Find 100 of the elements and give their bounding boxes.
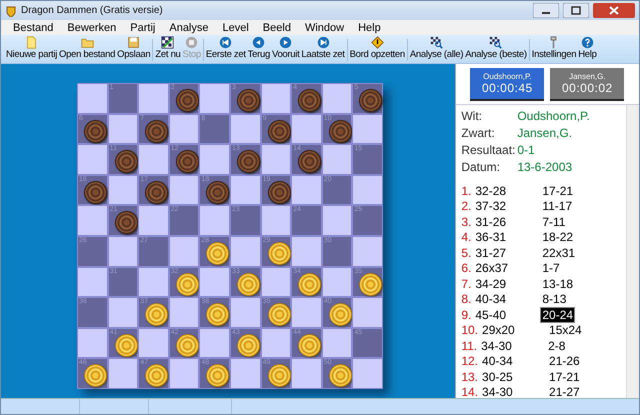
move-number: 11.	[461, 338, 478, 353]
minimize-button[interactable]	[533, 3, 559, 18]
menu-item[interactable]: Help	[352, 22, 387, 34]
move-notation[interactable]: 17-21	[548, 370, 581, 384]
move-notation[interactable]: 31-26	[475, 214, 542, 229]
checker-piece[interactable]	[298, 334, 322, 357]
light-square	[168, 358, 200, 389]
checker-piece[interactable]	[206, 364, 230, 388]
move-notation[interactable]: 40-34	[482, 354, 548, 368]
toolbar-button[interactable]: Terug	[246, 36, 271, 61]
checker-piece[interactable]	[298, 89, 322, 112]
move-notation[interactable]: 36-31	[475, 230, 542, 244]
checker-piece[interactable]	[145, 364, 168, 388]
toolbar-button[interactable]: Bord opzetten	[348, 36, 406, 61]
move-notation[interactable]: 21-27	[548, 385, 581, 398]
move-notation[interactable]: 32-28	[475, 184, 542, 198]
checker-piece[interactable]	[84, 364, 107, 388]
close-button[interactable]	[593, 3, 635, 18]
move-notation[interactable]: 26x37	[475, 261, 542, 276]
checker-piece[interactable]	[176, 89, 199, 112]
checker-piece[interactable]	[145, 120, 168, 143]
light-square	[138, 328, 169, 358]
toolbar-button[interactable]: Instellingen	[530, 36, 578, 61]
checker-piece[interactable]	[114, 150, 138, 174]
checker-piece[interactable]	[298, 150, 322, 174]
menu-item[interactable]: Bewerken	[61, 22, 122, 34]
move-notation[interactable]: 11-17	[541, 199, 574, 214]
move-notation[interactable]: 2-8	[547, 338, 566, 353]
move-notation[interactable]: 34-29	[475, 276, 542, 291]
checker-piece[interactable]	[176, 272, 199, 296]
toolbar-button[interactable]: Analyse (beste)	[464, 36, 528, 61]
checker-piece[interactable]	[298, 272, 322, 296]
move-notation[interactable]: 17-21	[541, 184, 574, 198]
toolbar-button[interactable]: Vooruit	[270, 36, 300, 61]
checker-piece[interactable]	[268, 364, 291, 388]
toolbar-button[interactable]: Nieuwe partij	[5, 36, 58, 61]
move-notation[interactable]: 34-30	[482, 385, 548, 398]
toolbar-button[interactable]: Help	[577, 36, 598, 61]
checker-piece[interactable]	[145, 180, 168, 204]
checker-piece[interactable]	[328, 364, 352, 388]
checker-piece[interactable]	[176, 334, 199, 357]
checker-piece[interactable]	[268, 242, 291, 265]
toolbar-button[interactable]: Zet nu	[154, 36, 182, 61]
checker-piece[interactable]	[114, 211, 138, 234]
checker-piece[interactable]	[328, 120, 352, 143]
checker-piece[interactable]	[268, 180, 291, 204]
menu-item[interactable]: Level	[216, 22, 255, 34]
toolbar-button[interactable]: Open bestand	[58, 36, 116, 61]
move-notation[interactable]: 37-32	[475, 199, 542, 214]
move-notation[interactable]: 8-13	[541, 292, 568, 306]
forward-icon	[279, 36, 292, 49]
toolbar-button[interactable]: Opslaan	[116, 36, 152, 61]
checker-piece[interactable]	[359, 89, 382, 112]
checker-piece[interactable]	[236, 334, 260, 357]
move-number: 14.	[461, 385, 478, 398]
maximize-icon	[563, 3, 589, 18]
toolbar-button[interactable]: Eerste zet	[204, 36, 247, 61]
light-square	[108, 174, 138, 206]
checker-piece[interactable]	[236, 272, 260, 296]
checker-piece[interactable]	[359, 272, 382, 296]
move-notation[interactable]: 34-30	[481, 338, 548, 353]
checker-piece[interactable]	[268, 120, 291, 143]
menu-item[interactable]: Analyse	[163, 22, 214, 34]
menu-item[interactable]: Window	[298, 22, 350, 34]
move-notation[interactable]: 20-24	[541, 308, 574, 322]
scrollbar[interactable]	[626, 105, 639, 398]
checker-piece[interactable]	[114, 334, 138, 357]
toolbar-button[interactable]: Analyse (alle)	[408, 36, 464, 61]
checker-piece[interactable]	[236, 89, 260, 112]
light-square	[77, 144, 108, 175]
move-notation[interactable]: 1-7	[541, 261, 561, 276]
checker-piece[interactable]	[206, 180, 230, 204]
checker-piece[interactable]	[145, 303, 168, 326]
checker-piece[interactable]	[328, 303, 352, 326]
move-notation[interactable]: 15x24	[548, 323, 583, 338]
move-notation[interactable]: 13-18	[541, 276, 574, 291]
move-notation[interactable]: 45-40	[475, 308, 542, 322]
move-number: 3.	[461, 214, 472, 229]
checker-piece[interactable]	[84, 120, 107, 143]
move-notation[interactable]: 21-26	[548, 354, 581, 368]
toolbar-button[interactable]: Laatste zet	[300, 36, 346, 61]
maximize-button[interactable]	[563, 3, 589, 18]
move-notation[interactable]: 30-25	[482, 370, 548, 384]
move-notation[interactable]: 29x20	[482, 323, 548, 338]
menu-item[interactable]: Partij	[124, 22, 162, 34]
move-notation[interactable]: 7-11	[541, 214, 566, 229]
move-notation[interactable]: 31-27	[475, 246, 542, 260]
light-square	[108, 358, 138, 389]
checker-piece[interactable]	[206, 242, 230, 265]
menu-item[interactable]: Bestand	[7, 22, 60, 34]
checker-piece[interactable]	[206, 303, 230, 326]
light-square	[77, 205, 108, 236]
checker-piece[interactable]	[176, 150, 199, 174]
move-notation[interactable]: 40-34	[475, 292, 542, 306]
menu-item[interactable]: Beeld	[256, 22, 297, 34]
move-notation[interactable]: 22x31	[541, 246, 576, 260]
checker-piece[interactable]	[268, 303, 291, 326]
move-notation[interactable]: 18-22	[541, 230, 574, 244]
checker-piece[interactable]	[84, 180, 107, 204]
checker-piece[interactable]	[236, 150, 260, 174]
